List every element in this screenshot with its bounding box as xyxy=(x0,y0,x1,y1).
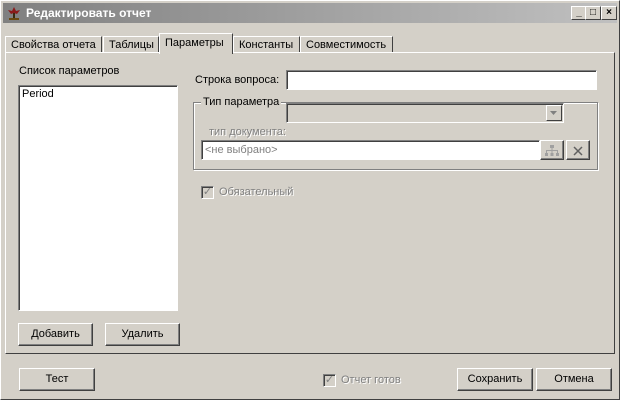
report-editor-window: Редактировать отчет _ □ × Свойства отчет… xyxy=(0,0,620,400)
param-type-select[interactable] xyxy=(286,103,564,123)
maximize-button[interactable]: □ xyxy=(585,6,601,20)
window-title: Редактировать отчет xyxy=(26,6,152,20)
required-label: Обязательный xyxy=(219,186,294,198)
chevron-down-icon xyxy=(550,111,557,115)
tab-label: Совместимость xyxy=(306,39,387,51)
tab-tables[interactable]: Таблицы xyxy=(103,36,159,53)
select-doc-type-button[interactable] xyxy=(540,140,564,160)
test-button[interactable]: Тест xyxy=(19,368,95,391)
tab-label: Параметры xyxy=(165,37,224,49)
tab-compatibility[interactable]: Совместимость xyxy=(300,36,393,53)
param-type-label: Тип параметра xyxy=(201,96,282,108)
tab-constants[interactable]: Константы xyxy=(233,36,300,53)
doc-type-input[interactable]: <не выбрано> xyxy=(201,140,540,160)
add-param-button[interactable]: Добавить xyxy=(18,323,93,346)
minimize-icon: _ xyxy=(576,7,582,18)
maximize-icon: □ xyxy=(589,7,597,18)
tree-structure-icon xyxy=(545,145,559,156)
question-label: Строка вопроса: xyxy=(195,74,280,86)
close-button[interactable]: × xyxy=(601,6,617,20)
params-list[interactable]: Period xyxy=(18,85,178,311)
params-list-label: Список параметров xyxy=(19,65,120,77)
tab-label: Таблицы xyxy=(109,39,154,51)
title-bar[interactable]: Редактировать отчет _ □ × xyxy=(3,3,617,23)
report-ready-label: Отчет готов xyxy=(341,374,401,386)
doc-type-value: <не выбрано> xyxy=(205,144,278,156)
dropdown-button[interactable] xyxy=(546,105,562,121)
question-input[interactable] xyxy=(286,70,597,90)
cancel-button[interactable]: Отмена xyxy=(536,368,612,391)
close-icon: × xyxy=(606,7,612,18)
doc-type-label: тип документа: xyxy=(209,126,286,138)
clear-icon xyxy=(573,146,583,156)
checkmark-icon: ✓ xyxy=(202,186,213,198)
list-item[interactable]: Period xyxy=(19,86,177,102)
tab-parameters[interactable]: Параметры xyxy=(159,33,233,54)
delete-param-button[interactable]: Удалить xyxy=(105,323,180,346)
checkmark-icon: ✓ xyxy=(324,374,335,386)
required-checkbox[interactable]: ✓ xyxy=(201,186,214,199)
tab-label: Константы xyxy=(239,39,294,51)
tab-label: Свойства отчета xyxy=(11,39,96,51)
save-button[interactable]: Сохранить xyxy=(457,368,533,391)
app-icon xyxy=(8,7,20,20)
parameters-tab-panel: Список параметров Period Добавить Удалит… xyxy=(5,52,615,354)
clear-doc-type-button[interactable] xyxy=(566,140,590,160)
tab-report-properties[interactable]: Свойства отчета xyxy=(5,36,102,53)
report-ready-checkbox[interactable]: ✓ xyxy=(323,374,336,387)
